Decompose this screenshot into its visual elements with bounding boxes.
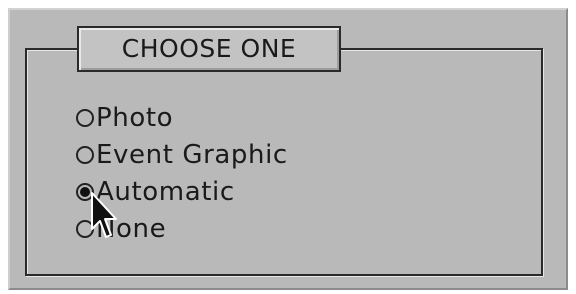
group-title: CHOOSE ONE	[77, 26, 341, 72]
radio-button-event-graphic[interactable]	[76, 146, 94, 164]
radio-label-photo: Photo	[96, 103, 174, 133]
radio-option-photo[interactable]: Photo	[76, 102, 173, 134]
radio-label-event-graphic: Event Graphic	[96, 140, 288, 170]
mouse-pointer-icon	[91, 192, 117, 238]
radio-button-photo[interactable]	[76, 109, 94, 127]
radio-option-event-graphic[interactable]: Event Graphic	[76, 139, 288, 171]
